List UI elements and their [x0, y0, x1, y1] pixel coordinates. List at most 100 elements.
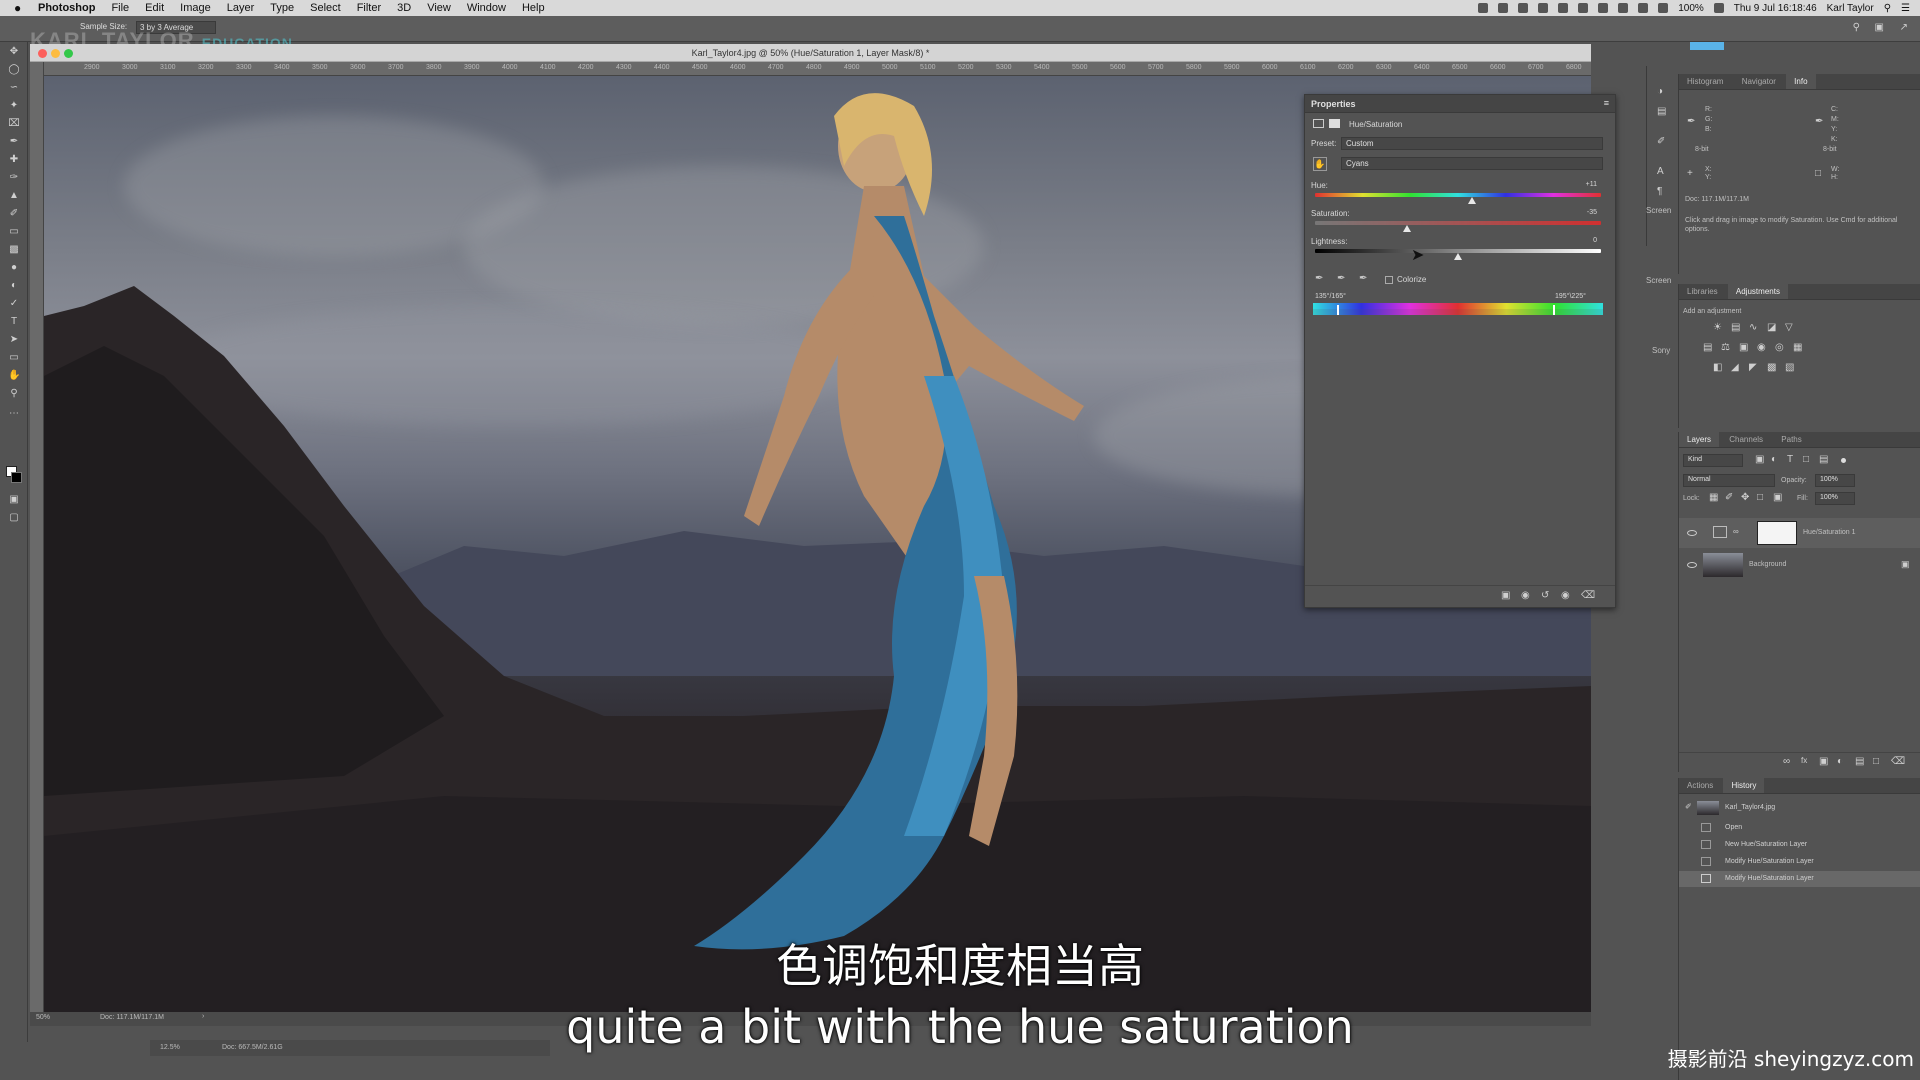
airplay-icon[interactable]	[1618, 3, 1629, 13]
menu-help[interactable]: Help	[522, 2, 545, 14]
menu-type[interactable]: Type	[270, 2, 294, 14]
tab-paths[interactable]: Paths	[1773, 432, 1809, 447]
exposure-icon[interactable]: ◪	[1767, 322, 1776, 333]
levels-icon[interactable]: ▤	[1731, 322, 1740, 333]
workspace-icon[interactable]: ▣	[1875, 22, 1884, 33]
visibility-eye-icon[interactable]	[1687, 562, 1697, 568]
history-item[interactable]: Open	[1679, 820, 1920, 836]
user-name[interactable]: Karl Taylor	[1827, 3, 1874, 14]
photo-filter-icon[interactable]: ◉	[1757, 342, 1766, 353]
apple-menu-icon[interactable]: ●	[14, 1, 28, 15]
color-lookup-icon[interactable]: ▦	[1793, 342, 1802, 353]
lightness-slider-thumb[interactable]	[1454, 253, 1462, 260]
healing-brush-icon[interactable]: ✚	[8, 154, 20, 165]
layer-style-icon[interactable]: fx	[1801, 756, 1807, 765]
clip-to-layer-icon[interactable]: ▣	[1501, 590, 1510, 601]
dodge-tool-icon[interactable]: ◐	[8, 280, 20, 291]
preset-select[interactable]: Custom	[1341, 137, 1603, 150]
lock-all-icon[interactable]: ▣	[1773, 492, 1782, 503]
gradient-map-icon[interactable]: ▩	[1767, 362, 1776, 373]
history-item[interactable]: New Hue/Saturation Layer	[1679, 837, 1920, 853]
hue-slider-thumb[interactable]	[1468, 197, 1477, 204]
reset-icon[interactable]: ↺	[1541, 590, 1549, 601]
menu-image[interactable]: Image	[180, 2, 211, 14]
wifi-icon[interactable]	[1598, 3, 1609, 13]
eyedropper-icon[interactable]: ✒	[8, 136, 20, 147]
black-white-icon[interactable]: ▣	[1739, 342, 1748, 353]
range-handle-right[interactable]	[1553, 305, 1555, 315]
horizontal-ruler[interactable]: 2900 3000 3100 3200 3300 3400 3500 3600 …	[44, 62, 1591, 76]
posterize-icon[interactable]: ◢	[1731, 362, 1739, 373]
lock-pixels-icon[interactable]: ✐	[1725, 492, 1733, 503]
maximize-window-icon[interactable]	[64, 49, 73, 58]
layer-name[interactable]: Background	[1749, 561, 1786, 568]
layer-row[interactable]: Background ▣	[1679, 550, 1920, 580]
tab-navigator[interactable]: Navigator	[1734, 74, 1784, 89]
flag-icon[interactable]	[1638, 3, 1649, 13]
range-handle-left[interactable]	[1337, 305, 1339, 315]
colorize-checkbox[interactable]	[1385, 276, 1393, 284]
visibility-eye-icon[interactable]	[1687, 530, 1697, 536]
filter-pixel-icon[interactable]: ▣	[1755, 454, 1764, 465]
hue-slider-track[interactable]	[1315, 193, 1601, 197]
document-title-bar[interactable]: Karl_Taylor4.jpg @ 50% (Hue/Saturation 1…	[30, 44, 1591, 62]
properties-header[interactable]: Properties ≡	[1305, 95, 1615, 113]
clock[interactable]: Thu 9 Jul 16:18:46	[1734, 3, 1817, 14]
background-color-swatch[interactable]	[11, 472, 22, 483]
close-window-icon[interactable]	[38, 49, 47, 58]
view-previous-icon[interactable]: ◉	[1521, 590, 1530, 601]
add-mask-icon[interactable]: ▣	[1819, 756, 1828, 767]
menu-file[interactable]: File	[111, 2, 129, 14]
menu-select[interactable]: Select	[310, 2, 341, 14]
history-brush-source-icon[interactable]: ✐	[1685, 802, 1692, 811]
lightness-value[interactable]: 0	[1557, 237, 1597, 244]
curves-icon[interactable]: ∿	[1749, 322, 1757, 333]
link-layers-icon[interactable]: ∞	[1783, 756, 1790, 767]
magic-wand-icon[interactable]: ✦	[8, 100, 20, 111]
quick-mask-icon[interactable]: ▣	[8, 494, 20, 505]
saturation-slider-thumb[interactable]	[1402, 225, 1411, 232]
background-layer-thumbnail[interactable]	[1703, 553, 1743, 577]
brush-tool-icon[interactable]: ✑	[8, 172, 20, 183]
selective-color-icon[interactable]: ▧	[1785, 362, 1794, 373]
fill-input[interactable]: 100%	[1815, 492, 1855, 505]
eraser-tool-icon[interactable]: ▭	[8, 226, 20, 237]
filter-adjustment-icon[interactable]: ◐	[1771, 454, 1777, 465]
tab-history[interactable]: History	[1723, 778, 1765, 793]
minimize-window-icon[interactable]	[51, 49, 60, 58]
trash-icon[interactable]: ⌫	[1581, 590, 1595, 601]
check-icon[interactable]	[1558, 3, 1569, 13]
display-icon[interactable]	[1518, 3, 1529, 13]
shield-icon[interactable]	[1538, 3, 1549, 13]
crop-tool-icon[interactable]: ⌧	[8, 118, 20, 129]
mask-icon[interactable]	[1329, 119, 1340, 128]
panel-menu-icon[interactable]: ≡	[1604, 98, 1609, 108]
blur-tool-icon[interactable]: ●	[8, 262, 20, 273]
more-tools-icon[interactable]: ⋯	[8, 408, 20, 419]
tab-info[interactable]: Info	[1786, 74, 1816, 89]
gradient-tool-icon[interactable]: ▩	[8, 244, 20, 255]
visibility-icon[interactable]: ◉	[1561, 590, 1570, 601]
menu-layer[interactable]: Layer	[227, 2, 255, 14]
targeted-adjustment-icon[interactable]: ✋	[1313, 157, 1327, 171]
pen-tool-icon[interactable]: ✓	[8, 298, 20, 309]
history-brush-icon[interactable]: ✐	[8, 208, 20, 219]
tab-adjustments[interactable]: Adjustments	[1727, 284, 1788, 299]
menu-filter[interactable]: Filter	[357, 2, 381, 14]
paragraph-icon[interactable]: ¶	[1657, 186, 1662, 197]
new-adjustment-icon[interactable]: ◐	[1837, 756, 1843, 767]
battery-icon[interactable]	[1713, 3, 1724, 13]
invert-icon[interactable]: ◧	[1713, 362, 1722, 373]
tab-histogram[interactable]: Histogram	[1679, 74, 1731, 89]
hue-value[interactable]: +11	[1557, 181, 1597, 188]
new-group-icon[interactable]: ▤	[1855, 756, 1864, 767]
menu-3d[interactable]: 3D	[397, 2, 411, 14]
delete-layer-icon[interactable]: ⌫	[1891, 756, 1905, 767]
character-icon[interactable]: A	[1657, 166, 1664, 177]
tab-channels[interactable]: Channels	[1721, 432, 1771, 447]
app-menu[interactable]: Photoshop	[38, 2, 95, 14]
spotlight-icon[interactable]: ⚲	[1884, 3, 1891, 14]
brush-settings-icon[interactable]: ✐	[1657, 136, 1665, 147]
filter-shape-icon[interactable]: □	[1803, 454, 1809, 465]
tab-actions[interactable]: Actions	[1679, 778, 1721, 793]
